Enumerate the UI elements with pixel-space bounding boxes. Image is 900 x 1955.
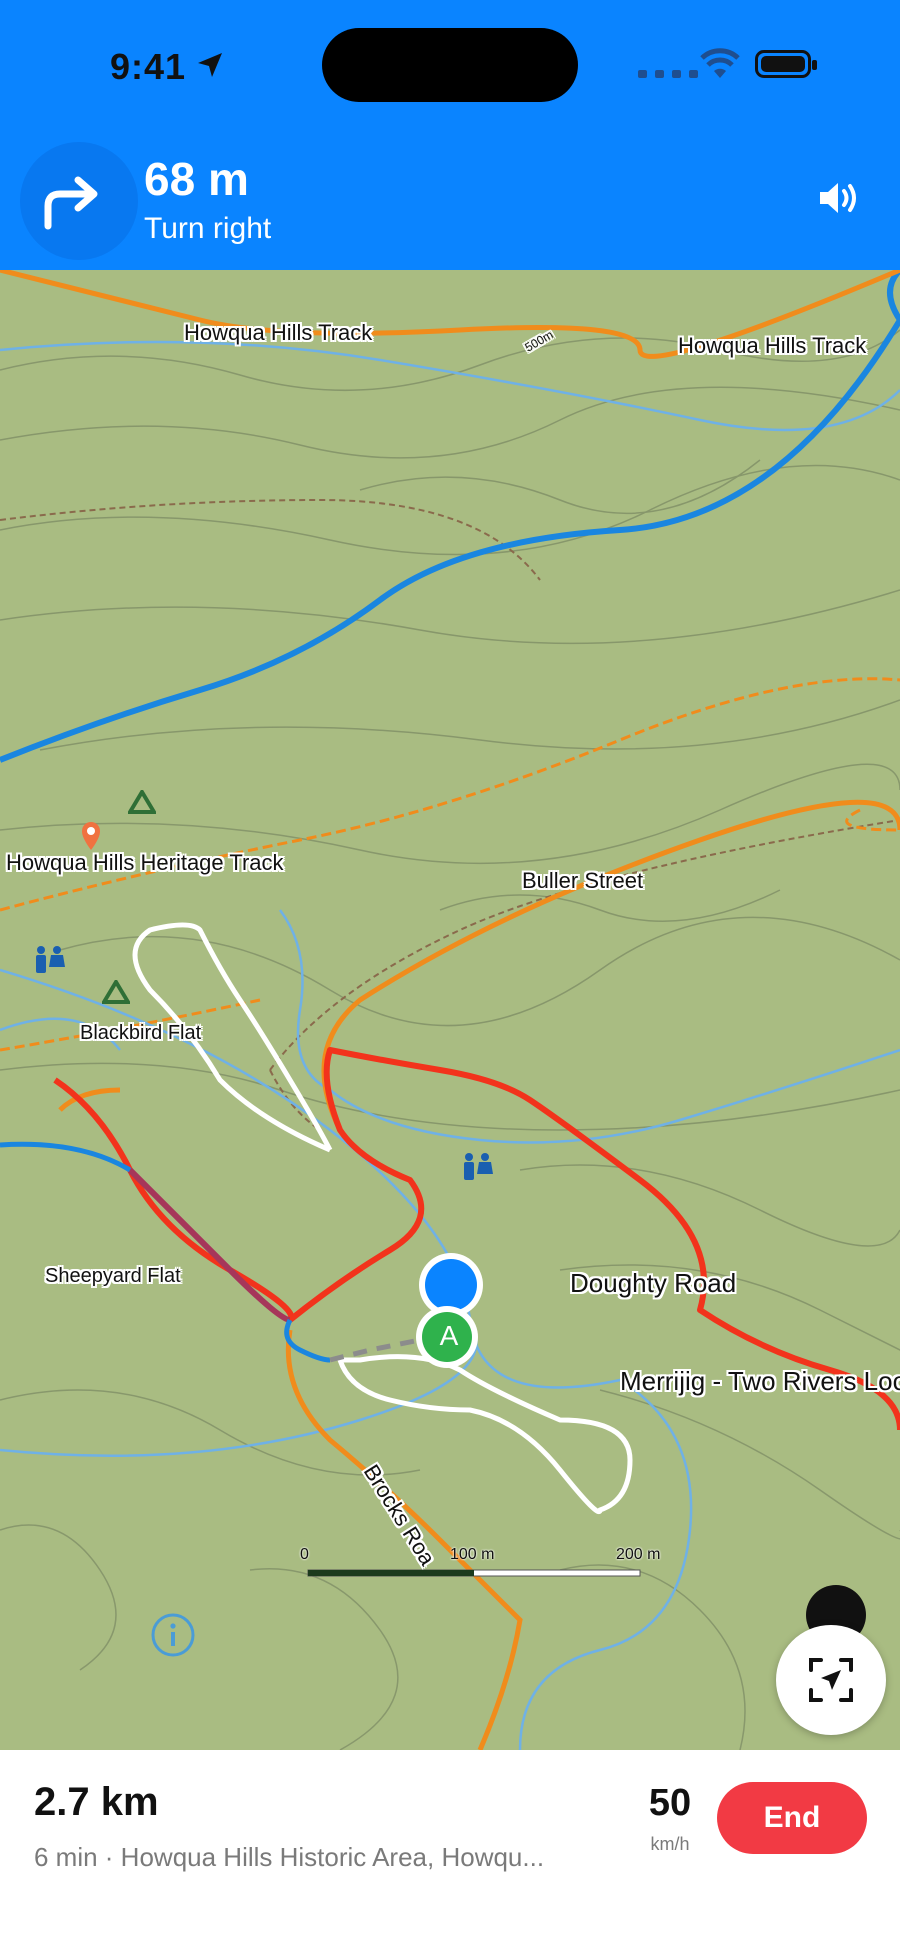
dynamic-island — [322, 28, 578, 102]
speed-limit-unit: km/h — [650, 1834, 690, 1854]
scale-tick-200: 200 m — [616, 1546, 661, 1563]
remaining-distance: 2.7 km — [34, 1780, 159, 1824]
eta-destination: 6 min · Howqua Hills Historic Area, Howq… — [34, 1842, 545, 1872]
map-canvas — [0, 270, 900, 1750]
speaker-icon[interactable] — [816, 178, 862, 218]
place-label: Blackbird Flat — [80, 1022, 202, 1044]
battery-icon — [755, 50, 817, 78]
wifi-icon — [700, 48, 740, 78]
start-marker-label: A — [439, 1320, 459, 1351]
turn-right-icon — [44, 176, 98, 230]
maneuver-distance: 68 m — [144, 153, 249, 205]
road-label: Howqua Hills Heritage Track — [6, 850, 284, 875]
scale-tick-0: 0 — [300, 1546, 309, 1563]
status-time: 9:41 — [110, 46, 187, 87]
info-icon[interactable] — [150, 1612, 196, 1658]
recenter-button[interactable] — [776, 1625, 886, 1735]
speed-limit-value: 50 — [648, 1782, 692, 1824]
road-label: Howqua Hills Track — [678, 333, 867, 358]
road-label: Howqua Hills Track — [184, 320, 373, 345]
campsite-icon[interactable] — [128, 790, 156, 814]
cellular-signal-icon — [638, 70, 698, 78]
status-bar: 9:41 — [0, 0, 900, 130]
toilets-icon[interactable] — [32, 945, 66, 975]
campsite-icon[interactable] — [102, 980, 130, 1004]
trip-summary-panel: 2.7 km 6 min · Howqua Hills Historic Are… — [0, 1750, 900, 1955]
road-label: Doughty Road — [570, 1268, 737, 1298]
maneuver-instruction: Turn right — [144, 212, 272, 245]
location-pin-icon[interactable] — [80, 820, 102, 852]
location-arrow-icon — [198, 53, 222, 77]
map-view[interactable]: A Howqua Hills Track Howqua Hills Track … — [0, 270, 900, 1750]
place-label: Sheepyard Flat — [45, 1265, 181, 1287]
end-navigation-button[interactable]: End — [717, 1782, 867, 1854]
recenter-icon — [809, 1658, 853, 1702]
scale-tick-100: 100 m — [450, 1546, 495, 1563]
road-label: Buller Street — [522, 868, 644, 893]
navigation-banner: 68 m Turn right — [0, 130, 900, 270]
road-label: Merrijig - Two Rivers Loc — [620, 1366, 900, 1396]
toilets-icon[interactable] — [460, 1152, 494, 1182]
